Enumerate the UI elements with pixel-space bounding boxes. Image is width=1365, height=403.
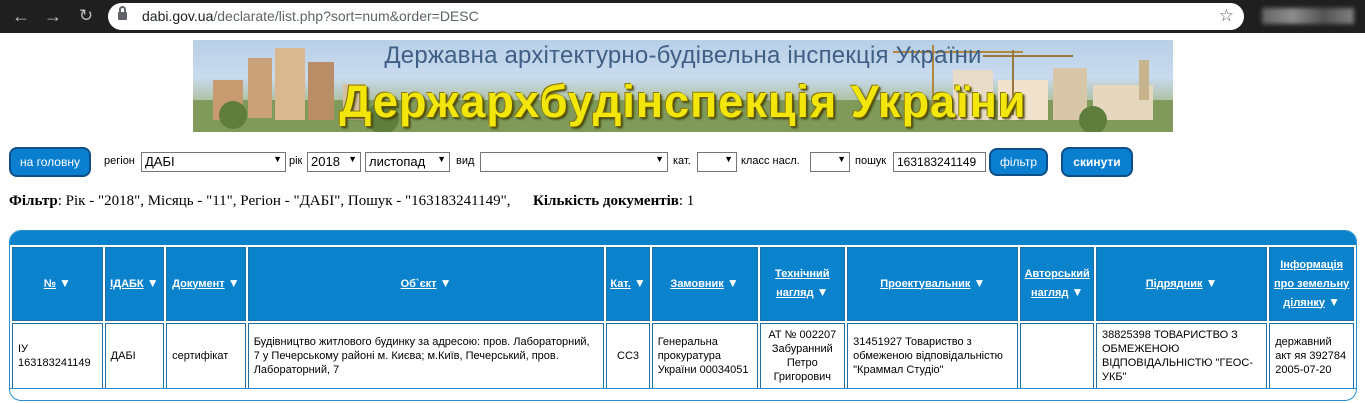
results-table: № ▼ ІДАБК ▼ Документ ▼ Об`єкт ▼ Кат. ▼ З… [10,245,1356,391]
cell-technical-supervision: АТ № 002207 Забуранний Петро Григорович [759,323,846,389]
sort-link-customer[interactable]: Замовник [670,278,723,290]
sort-desc-icon: ▼ [816,285,829,299]
column-header-customer[interactable]: Замовник ▼ [651,247,758,321]
year-value: 2018 [311,154,340,169]
arrow-right-icon[interactable]: → [42,5,64,27]
search-label: пошук [855,155,887,167]
category-select[interactable]: ▼ [697,152,737,172]
column-header-author-supervision[interactable]: Авторський нагляд ▼ [1020,247,1094,321]
filter-summary-text: : Рік - "2018", Місяць - "11", Регіон - … [57,193,511,209]
column-header-contractor[interactable]: Підрядник ▼ [1095,247,1268,321]
cell-contractor: 38825398 ТОВАРИСТВО З ОБМЕЖЕНОЮ ВІДПОВІД… [1095,323,1268,389]
star-icon[interactable]: ☆ [1219,6,1234,26]
sort-desc-icon: ▼ [633,275,646,290]
month-select[interactable]: листопад ▼ [365,152,450,172]
banner-subtitle: Державна архітектурно-будівельна інспекц… [384,42,982,69]
sort-desc-icon: ▼ [1328,294,1340,309]
class-select[interactable]: ▼ [810,152,850,172]
cell-customer: Генеральна прокуратура України 00034051 [651,323,758,389]
sort-link-object[interactable]: Об`єкт [401,278,437,290]
chevron-down-icon: ▼ [724,154,733,164]
column-header-land-info[interactable]: Інформація про земельну ділянку ▼ [1269,247,1354,321]
sort-desc-icon: ▼ [973,275,986,290]
sort-desc-icon: ▼ [439,275,452,290]
search-input[interactable]: 163183241149 [893,152,986,172]
document-count-label: Кількість документів [532,193,679,209]
panel-header-bar [10,231,1356,245]
home-button[interactable]: на головну [9,147,91,177]
column-header-technical-supervision[interactable]: Технічний нагляд ▼ [759,247,846,321]
kind-label: вид [456,155,475,167]
panel-footer-bar [10,388,1356,400]
cell-document: сертифікат [166,323,246,389]
column-header-designer[interactable]: Проектувальник ▼ [847,247,1019,321]
address-bar[interactable]: dabi.gov.ua/declarate/list.php?sort=num&… [108,3,1244,30]
chevron-down-icon: ▼ [437,154,446,164]
cell-category: СС3 [606,323,650,389]
sort-link-number[interactable]: № [44,278,56,290]
sort-link-idabk[interactable]: ІДАБК [110,278,143,290]
banner-title: Держархбудінспекція України [339,76,1027,127]
category-label: кат. [673,155,691,167]
sort-link-designer[interactable]: Проектувальник [880,278,970,290]
sort-link-document[interactable]: Документ [172,278,224,290]
url-text[interactable]: dabi.gov.ua/declarate/list.php?sort=num&… [142,8,479,24]
sort-desc-icon: ▼ [227,275,240,290]
column-header-category[interactable]: Кат. ▼ [606,247,650,321]
month-value: листопад [369,154,426,169]
results-panel: № ▼ ІДАБК ▼ Документ ▼ Об`єкт ▼ Кат. ▼ З… [9,230,1357,401]
sort-link-contractor[interactable]: Підрядник [1146,278,1203,290]
chevron-down-icon: ▼ [348,154,357,164]
sort-desc-icon: ▼ [1071,285,1084,299]
cell-land-info: державний акт яя 392784 2005-07-20 [1269,323,1354,389]
chevron-down-icon: ▼ [273,154,282,164]
region-value: ДАБІ [145,154,175,169]
cell-designer: 31451927 Товариство з обмеженою відповід… [847,323,1019,389]
browser-toolbar: ← → ↻ dabi.gov.ua/declarate/list.php?sor… [0,0,1365,33]
url-host: dabi.gov.ua [142,8,214,24]
column-header-document[interactable]: Документ ▼ [166,247,246,321]
filter-summary-label: Фільтр [9,193,58,209]
table-row: ІУ 163183241149 ДАБІ сертифікат Будівниц… [12,323,1354,389]
reload-icon[interactable]: ↻ [75,5,97,27]
year-select[interactable]: 2018 ▼ [307,152,361,172]
chevron-down-icon: ▼ [655,154,664,164]
column-header-number[interactable]: № ▼ [12,247,103,321]
region-label: регіон [104,155,135,167]
region-select[interactable]: ДАБІ ▼ [141,152,286,172]
column-header-idabk[interactable]: ІДАБК ▼ [104,247,165,321]
sort-link-category[interactable]: Кат. [610,278,630,290]
kind-select[interactable]: ▼ [480,152,668,172]
filter-summary: Фільтр: Рік - "2018", Місяць - "11", Рег… [9,193,694,210]
sort-desc-icon: ▼ [726,275,739,290]
extensions-area [1262,8,1354,24]
column-header-object[interactable]: Об`єкт ▼ [247,247,605,321]
site-banner: Державна архітектурно-будівельна інспекц… [193,40,1173,132]
year-label: рік [289,155,303,167]
cell-object: Будівництво житлового будинку за адресою… [247,323,605,389]
cell-number: ІУ 163183241149 [12,323,103,389]
url-path: /declarate/list.php?sort=num&order=DESC [213,8,479,24]
document-count-value: : 1 [678,193,695,209]
reset-button[interactable]: скинути [1061,147,1133,177]
arrow-left-icon[interactable]: ← [10,5,32,27]
cell-author-supervision [1020,323,1094,389]
sort-desc-icon: ▼ [1205,275,1218,290]
sort-desc-icon: ▼ [59,275,71,290]
lock-icon [118,6,127,20]
filter-button[interactable]: фільтр [989,148,1048,176]
chevron-down-icon: ▼ [837,154,846,164]
table-header-row: № ▼ ІДАБК ▼ Документ ▼ Об`єкт ▼ Кат. ▼ З… [12,247,1354,321]
cell-idabk: ДАБІ [104,323,165,389]
class-label: класс насл. [741,155,800,167]
sort-desc-icon: ▼ [146,275,159,290]
